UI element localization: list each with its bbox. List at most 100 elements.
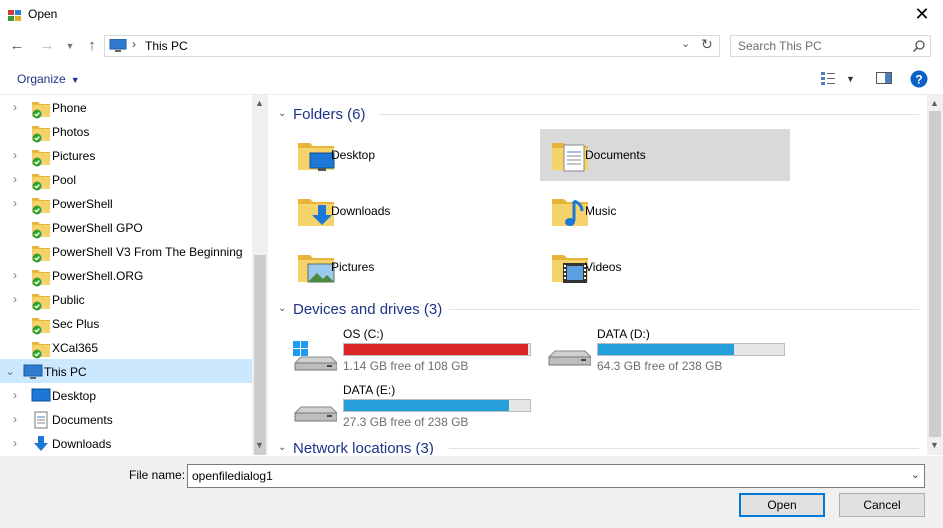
content-scroll-thumb[interactable]	[929, 111, 941, 437]
drive-usage-fill	[344, 400, 509, 411]
scroll-down-icon[interactable]: ▼	[930, 440, 939, 450]
nav-item-label: Phone	[52, 101, 87, 115]
folder-tile[interactable]: Desktop	[286, 129, 536, 181]
nav-item[interactable]: › Phone	[0, 95, 252, 119]
close-button[interactable]: ✕	[909, 2, 935, 26]
scroll-up-icon[interactable]: ▲	[930, 98, 939, 108]
expand-chevron-icon[interactable]: ›	[13, 100, 17, 114]
nav-item-label: Public	[52, 293, 85, 307]
view-options-chevron-icon[interactable]: ▼	[846, 74, 855, 84]
recent-locations-button[interactable]: ▼	[60, 36, 80, 56]
expand-chevron-icon[interactable]: ›	[13, 292, 17, 306]
nav-item[interactable]: › Documents	[0, 407, 252, 431]
help-icon[interactable]: ?	[910, 70, 928, 88]
nav-item[interactable]: PowerShell GPO	[0, 215, 252, 239]
folder-tile[interactable]: Music	[540, 185, 790, 237]
folder-tile-label: Desktop	[331, 148, 376, 162]
back-button[interactable]: ←	[7, 36, 27, 56]
drive-name: OS (C:)	[343, 327, 384, 341]
address-bar[interactable]: › This PC ⌄ ↻	[104, 35, 720, 57]
folder-tile[interactable]: Documents	[540, 129, 790, 181]
organize-button[interactable]: Organize ▼	[17, 72, 80, 86]
drive-free-space: 27.3 GB free of 238 GB	[343, 415, 469, 429]
nav-item[interactable]: › PowerShell.ORG	[0, 263, 252, 287]
nav-item[interactable]: PowerShell V3 From The Beginning	[0, 239, 252, 263]
folder-tile[interactable]: Downloads	[286, 185, 536, 237]
expand-chevron-icon[interactable]: ›	[13, 412, 17, 426]
nav-item[interactable]: › Pool	[0, 167, 252, 191]
cancel-button[interactable]: Cancel	[839, 493, 925, 517]
nav-item[interactable]: › PowerShell	[0, 191, 252, 215]
drive-tile[interactable]: DATA (D:) 64.3 GB free of 238 GB	[547, 327, 797, 377]
forward-button[interactable]: →	[37, 36, 57, 56]
nav-item-label: Photos	[52, 125, 90, 139]
divider	[449, 448, 919, 449]
open-button[interactable]: Open	[739, 493, 825, 517]
collapse-chevron-icon[interactable]: ⌄	[278, 108, 286, 119]
dialog-app-icon	[8, 10, 21, 21]
collapse-chevron-icon[interactable]: ⌄	[278, 303, 286, 314]
search-box[interactable]: Search This PC	[730, 35, 931, 57]
network-group-header[interactable]: ⌄ Network locations (3)	[269, 437, 919, 455]
folder-tile-label: Downloads	[331, 204, 391, 218]
breadcrumb-this-pc[interactable]: This PC	[145, 39, 188, 53]
expand-chevron-icon[interactable]: ›	[13, 172, 17, 186]
nav-item-label: Sec Plus	[52, 317, 100, 331]
nav-item[interactable]: › Downloads	[0, 431, 252, 455]
refresh-icon[interactable]: ↻	[701, 36, 713, 53]
expanded-chevron-icon[interactable]: ⌄	[5, 364, 15, 378]
drive-tile[interactable]: OS (C:) 1.14 GB free of 108 GB	[293, 327, 543, 377]
nav-item[interactable]: › Desktop	[0, 383, 252, 407]
folder-synced-icon	[32, 126, 50, 143]
nav-item-label: PowerShell GPO	[52, 221, 143, 235]
nav-item[interactable]: ⌄ This PC	[0, 359, 252, 383]
navigation-pane[interactable]: › Phone Photos › Pictures › Pool › PowerShell Pow…	[0, 95, 252, 455]
nav-item[interactable]: Sec Plus	[0, 311, 252, 335]
navigation-scrollbar[interactable]: ▲ ▼	[252, 95, 268, 455]
drive-tile[interactable]: DATA (E:) 27.3 GB free of 238 GB	[293, 383, 543, 433]
folders-group-header[interactable]: ⌄ Folders (6)	[269, 103, 919, 125]
up-button[interactable]: ↑	[82, 36, 102, 56]
folder-synced-icon	[32, 270, 50, 287]
scroll-up-icon[interactable]: ▲	[255, 98, 264, 108]
folder-tile[interactable]: Videos	[540, 241, 790, 293]
folder-synced-icon	[32, 222, 50, 239]
nav-item-label: Pictures	[52, 149, 96, 163]
collapse-chevron-icon[interactable]: ⌄	[278, 442, 286, 453]
divider	[449, 309, 919, 310]
expand-chevron-icon[interactable]: ›	[13, 436, 17, 450]
nav-item-label: PowerShell	[52, 197, 113, 211]
navigation-scroll-thumb[interactable]	[254, 255, 266, 455]
chevron-down-icon: ▼	[65, 41, 75, 51]
folder-synced-icon	[32, 174, 50, 191]
folder-tile-label: Music	[585, 204, 617, 218]
expand-chevron-icon[interactable]: ›	[13, 268, 17, 282]
drives-group-header[interactable]: ⌄ Devices and drives (3)	[269, 298, 919, 320]
expand-chevron-icon[interactable]: ›	[13, 148, 17, 162]
folder-synced-icon	[32, 198, 50, 215]
scroll-down-icon[interactable]: ▼	[255, 440, 264, 450]
search-icon	[913, 40, 925, 52]
file-name-value[interactable]: openfiledialog1	[192, 469, 273, 483]
nav-item[interactable]: XCal365	[0, 335, 252, 359]
file-name-input[interactable]: openfiledialog1 ⌄	[187, 464, 925, 488]
nav-item[interactable]: › Public	[0, 287, 252, 311]
folder-tile[interactable]: Pictures	[286, 241, 536, 293]
folder-synced-icon	[32, 246, 50, 263]
nav-item[interactable]: Photos	[0, 119, 252, 143]
search-input[interactable]: Search This PC	[738, 39, 822, 53]
drive-usage-fill	[344, 344, 528, 355]
documents-icon	[34, 411, 48, 429]
preview-pane-icon[interactable]	[876, 71, 892, 85]
address-dropdown-icon[interactable]: ⌄	[681, 37, 690, 50]
expand-chevron-icon[interactable]: ›	[13, 196, 17, 210]
content-scrollbar[interactable]: ▲ ▼	[927, 95, 943, 455]
change-view-icon[interactable]	[821, 71, 837, 85]
content-pane[interactable]: ⌄ Folders (6) Desktop Documents Downloads M…	[269, 95, 927, 455]
up-arrow-icon: ↑	[88, 37, 96, 54]
folder-synced-icon	[32, 342, 50, 359]
music-folder-icon	[552, 199, 588, 226]
chevron-down-icon[interactable]: ⌄	[911, 468, 920, 481]
nav-item[interactable]: › Pictures	[0, 143, 252, 167]
expand-chevron-icon[interactable]: ›	[13, 388, 17, 402]
